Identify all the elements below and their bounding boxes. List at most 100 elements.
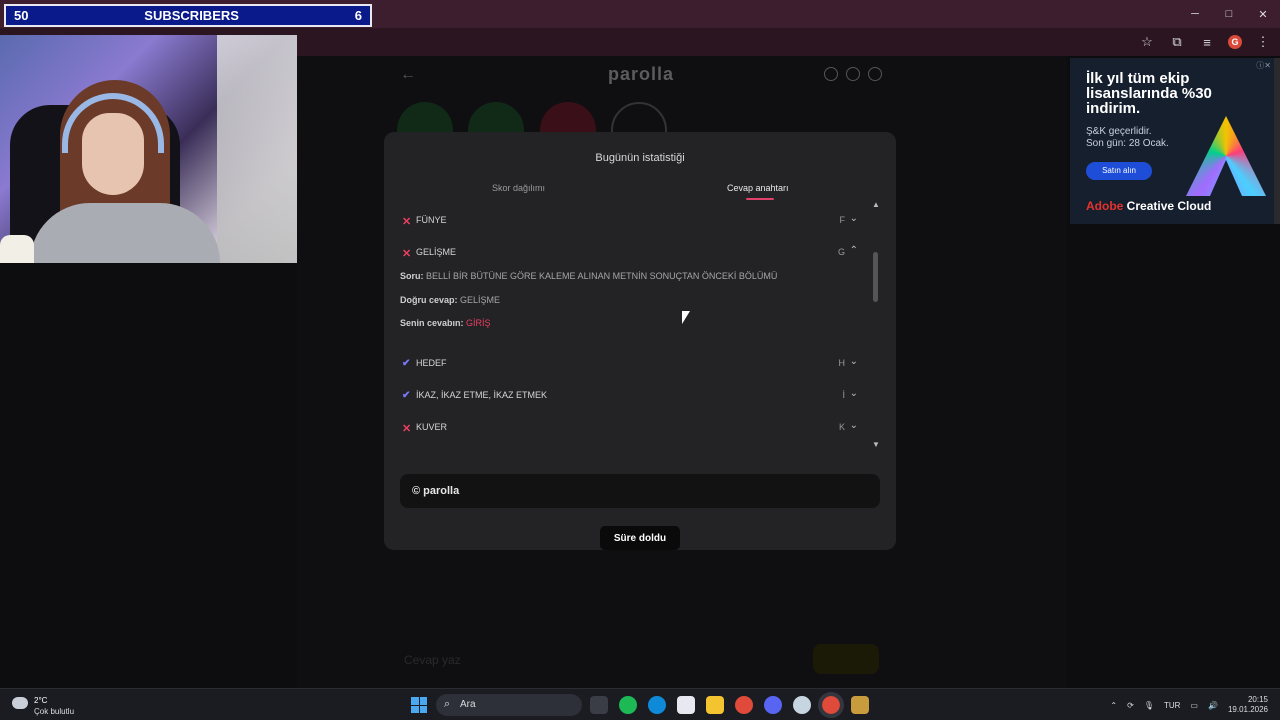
- question-text: BELLİ BİR BÜTÜNE GÖRE KALEME ALINAN METN…: [426, 271, 778, 281]
- chevron-down-icon[interactable]: ⌄: [850, 388, 858, 399]
- your-answer-detail: Senin cevabın: GİRİŞ: [400, 318, 491, 328]
- webcam-lamp: [0, 235, 34, 263]
- answer-input[interactable]: Cevap yaz: [396, 644, 536, 674]
- profile-avatar[interactable]: G: [1228, 35, 1242, 49]
- windows-start-icon[interactable]: [411, 697, 427, 713]
- clock[interactable]: 20:15 19.01.2026: [1228, 695, 1268, 715]
- answer-word: İKAZ, İKAZ ETME, İKAZ ETMEK: [416, 390, 548, 400]
- language-indicator[interactable]: TUR: [1164, 701, 1180, 710]
- webcam-overlay: [0, 35, 297, 263]
- check-icon: ✔: [402, 390, 411, 401]
- volume-icon[interactable]: 🔊: [1208, 701, 1218, 710]
- mouse-cursor-icon: [682, 311, 690, 324]
- steam-icon[interactable]: [793, 696, 811, 714]
- list-item[interactable]: ✕ KUVER K ⌄: [400, 419, 860, 439]
- subscriber-left-count: 50: [14, 8, 29, 23]
- star-icon[interactable]: ☆: [1138, 33, 1156, 51]
- clock-time: 20:15: [1247, 695, 1268, 704]
- lol-icon[interactable]: [851, 696, 869, 714]
- answer-word: GELİŞME: [416, 247, 457, 257]
- tab-answer-key[interactable]: Cevap anahtarı: [727, 183, 789, 193]
- chrome-active-icon[interactable]: [818, 692, 844, 718]
- your-answer-value: GİRİŞ: [466, 318, 491, 328]
- list-item[interactable]: ✕ FÜNYE F ⌄: [400, 212, 860, 232]
- list-item[interactable]: ✕ GELİŞME G ⌃: [400, 244, 860, 264]
- scroll-up-arrow-icon[interactable]: ▲: [872, 200, 880, 209]
- answer-word: FÜNYE: [416, 215, 447, 225]
- subscriber-label: SUBSCRIBERS: [144, 8, 239, 23]
- store-icon[interactable]: [677, 696, 695, 714]
- chevron-up-icon[interactable]: ⌃: [850, 245, 858, 256]
- explorer-icon[interactable]: [706, 696, 724, 714]
- mic-icon[interactable]: 🎙: [1144, 701, 1154, 710]
- taskbar-search[interactable]: ⌕ Ara: [436, 694, 582, 716]
- answer-letter: K: [838, 422, 845, 432]
- list-item[interactable]: ✔ İKAZ, İKAZ ETME, İKAZ ETMEK İ ⌄: [400, 387, 860, 407]
- scrollbar[interactable]: [1274, 58, 1280, 224]
- webcam-shirt: [30, 203, 220, 263]
- chevron-down-icon[interactable]: ⌄: [850, 356, 858, 367]
- toolbar-icons: ☆ ⧉ ≡ G ⋮: [1138, 28, 1272, 56]
- chevron-down-icon[interactable]: ⌄: [850, 420, 858, 431]
- wrong-icon: ✕: [402, 248, 412, 260]
- weather-temp: 2°C: [34, 696, 48, 705]
- clock-date: 19.01.2026: [1227, 705, 1268, 714]
- spotify-icon[interactable]: [619, 696, 637, 714]
- window-controls: ─ □ ✕: [1178, 0, 1280, 28]
- check-icon: ✔: [402, 358, 411, 369]
- edge-icon[interactable]: [648, 696, 666, 714]
- weather-widget[interactable]: 2°C Çok bulutlu: [12, 693, 102, 717]
- task-view-icon[interactable]: [590, 696, 608, 714]
- correct-answer-label: Doğru cevap:: [400, 295, 458, 305]
- answer-letter: G: [837, 247, 845, 257]
- adobe-ad[interactable]: İlk yıl tüm ekip lisanslarında %30 indir…: [1070, 58, 1274, 224]
- minimize-button[interactable]: ─: [1178, 0, 1212, 28]
- webcam-wall: [217, 35, 297, 263]
- menu-icon[interactable]: ⋮: [1254, 33, 1272, 51]
- media-icon[interactable]: ≡: [1198, 33, 1216, 51]
- search-icon: ⌕: [444, 698, 451, 710]
- share-box[interactable]: © parolla: [400, 474, 880, 508]
- close-button[interactable]: ✕: [1246, 0, 1280, 28]
- cloud-icon: [12, 697, 28, 709]
- ad-artwork: [1186, 116, 1266, 196]
- scrollbar-thumb[interactable]: [873, 252, 878, 302]
- discord-icon[interactable]: [764, 696, 782, 714]
- stats-icon[interactable]: [846, 67, 860, 81]
- info-icon[interactable]: [824, 67, 838, 81]
- ad-brand: Adobe Creative Cloud: [1086, 199, 1211, 213]
- tab-score-distribution[interactable]: Skor dağılımı: [492, 183, 545, 193]
- maximize-button[interactable]: □: [1212, 0, 1246, 28]
- chevron-down-icon[interactable]: ⌄: [850, 213, 858, 224]
- subscriber-right-count: 6: [354, 8, 362, 23]
- answer-list: ✕ FÜNYE F ⌄ ✕ GELİŞME G ⌃ Soru: BELLİ Bİ…: [400, 204, 860, 452]
- system-tray: ⌃ ⟳ 🎙 TUR ▭ 🔊 20:15 19.01.2026: [1110, 689, 1268, 720]
- sync-icon[interactable]: ⟳: [1127, 701, 1134, 710]
- ad-brand-product: Creative Cloud: [1123, 199, 1212, 213]
- account-icon[interactable]: [868, 67, 882, 81]
- search-placeholder: Ara: [460, 699, 476, 710]
- active-tab-indicator: [746, 198, 774, 200]
- time-up-button[interactable]: Süre doldu: [600, 526, 680, 550]
- network-icon[interactable]: ▭: [1190, 701, 1198, 710]
- answer-letter: H: [838, 358, 846, 368]
- game-logo: parolla: [607, 64, 675, 84]
- ad-close-icon[interactable]: ⓘ✕: [1256, 60, 1271, 71]
- correct-answer-detail: Doğru cevap: GELİŞME: [400, 295, 500, 305]
- ad-buy-button[interactable]: Satın alın: [1086, 162, 1152, 180]
- your-answer-label: Senin cevabın:: [400, 318, 464, 328]
- chrome-icon[interactable]: [735, 696, 753, 714]
- chevron-up-icon[interactable]: ⌃: [1110, 701, 1117, 710]
- answer-word: KUVER: [416, 422, 448, 432]
- weather-condition: Çok bulutlu: [34, 707, 75, 716]
- extensions-icon[interactable]: ⧉: [1168, 33, 1186, 51]
- modal-title: Bugünün istatistiği: [595, 152, 685, 164]
- subscriber-counter: 50 SUBSCRIBERS 6: [4, 4, 372, 27]
- ad-deadline: Son gün: 28 Ocak.: [1086, 138, 1169, 149]
- submit-button[interactable]: [813, 644, 879, 674]
- header-icons: [824, 67, 882, 81]
- ad-terms: Ş&K geçerlidir.: [1086, 126, 1152, 137]
- list-item[interactable]: ✔ HEDEF H ⌄: [400, 355, 860, 375]
- correct-answer-value: GELİŞME: [460, 295, 501, 305]
- scroll-down-arrow-icon[interactable]: ▼: [872, 440, 880, 449]
